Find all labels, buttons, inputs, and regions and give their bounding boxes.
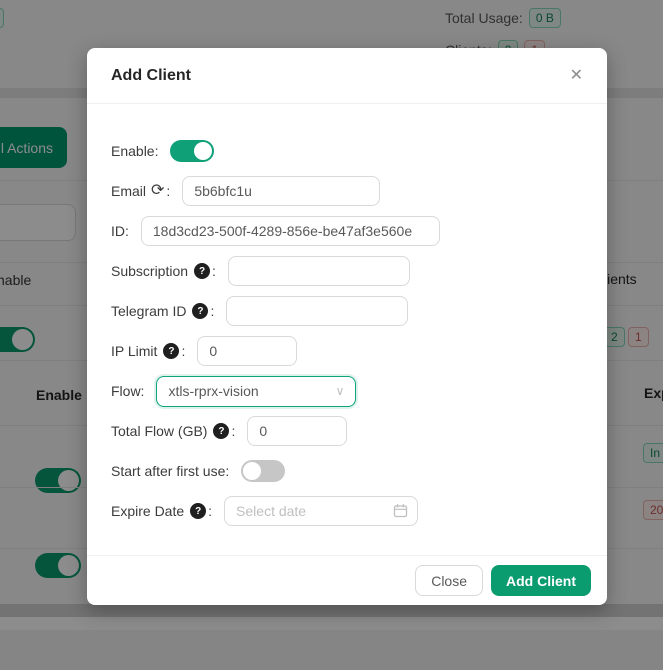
- ip-limit-row: IP Limit ? :: [111, 336, 583, 366]
- expire-date-input[interactable]: [224, 496, 418, 526]
- id-row: ID:: [111, 216, 583, 246]
- ip-limit-input[interactable]: [197, 336, 297, 366]
- modal-title: Add Client: [111, 67, 191, 85]
- help-icon[interactable]: ?: [213, 423, 229, 439]
- modal-footer: Close Add Client: [87, 555, 607, 605]
- telegram-label: Telegram ID: [111, 303, 186, 319]
- refresh-email-icon[interactable]: ⟳: [151, 183, 164, 199]
- chevron-down-icon: ∨: [336, 384, 345, 398]
- expire-date-label: Expire Date: [111, 503, 184, 519]
- id-input[interactable]: [141, 216, 440, 246]
- colon: :: [181, 343, 185, 359]
- total-flow-row: Total Flow (GB) ? :: [111, 416, 583, 446]
- telegram-row: Telegram ID ? :: [111, 296, 583, 326]
- expire-date-picker[interactable]: [224, 496, 418, 526]
- add-client-button[interactable]: Add Client: [491, 565, 591, 596]
- subscription-row: Subscription ? :: [111, 256, 583, 286]
- enable-toggle[interactable]: [170, 140, 214, 162]
- calendar-icon[interactable]: [393, 503, 408, 521]
- colon: :: [166, 183, 170, 199]
- total-flow-label: Total Flow (GB): [111, 423, 207, 439]
- close-button[interactable]: Close: [415, 565, 483, 596]
- page: Total Usage: 0 B Clients: 2 1 l Actions …: [0, 0, 663, 670]
- flow-label: Flow:: [111, 383, 144, 399]
- flow-row: Flow: xtls-rprx-vision ∨: [111, 376, 583, 406]
- subscription-input[interactable]: [228, 256, 410, 286]
- help-icon[interactable]: ?: [190, 503, 206, 519]
- help-icon[interactable]: ?: [194, 263, 210, 279]
- colon: :: [231, 423, 235, 439]
- start-after-label: Start after first use:: [111, 463, 229, 479]
- start-after-first-use-toggle[interactable]: [241, 460, 285, 482]
- telegram-id-input[interactable]: [226, 296, 408, 326]
- help-icon[interactable]: ?: [192, 303, 208, 319]
- modal-header: Add Client ✕: [87, 48, 607, 104]
- toggle-knob: [194, 142, 212, 160]
- total-flow-input[interactable]: [247, 416, 347, 446]
- close-icon[interactable]: ✕: [570, 68, 583, 84]
- id-label: ID:: [111, 223, 129, 239]
- modal-body: Enable: Email ⟳ : ID: Subscription ? :: [87, 104, 607, 526]
- ip-limit-label: IP Limit: [111, 343, 157, 359]
- email-label: Email: [111, 183, 146, 199]
- email-input[interactable]: [182, 176, 380, 206]
- flow-selected-value: xtls-rprx-vision: [168, 383, 258, 399]
- colon: :: [208, 503, 212, 519]
- help-icon[interactable]: ?: [163, 343, 179, 359]
- start-after-row: Start after first use:: [111, 456, 583, 486]
- email-row: Email ⟳ :: [111, 176, 583, 206]
- subscription-label: Subscription: [111, 263, 188, 279]
- colon: :: [210, 303, 214, 319]
- colon: :: [212, 263, 216, 279]
- flow-select[interactable]: xtls-rprx-vision ∨: [156, 376, 356, 407]
- expire-date-row: Expire Date ? :: [111, 496, 583, 526]
- add-client-modal: Add Client ✕ Enable: Email ⟳ : ID: Su: [87, 48, 607, 605]
- enable-label: Enable:: [111, 143, 158, 159]
- enable-row: Enable:: [111, 136, 583, 166]
- toggle-knob: [243, 462, 261, 480]
